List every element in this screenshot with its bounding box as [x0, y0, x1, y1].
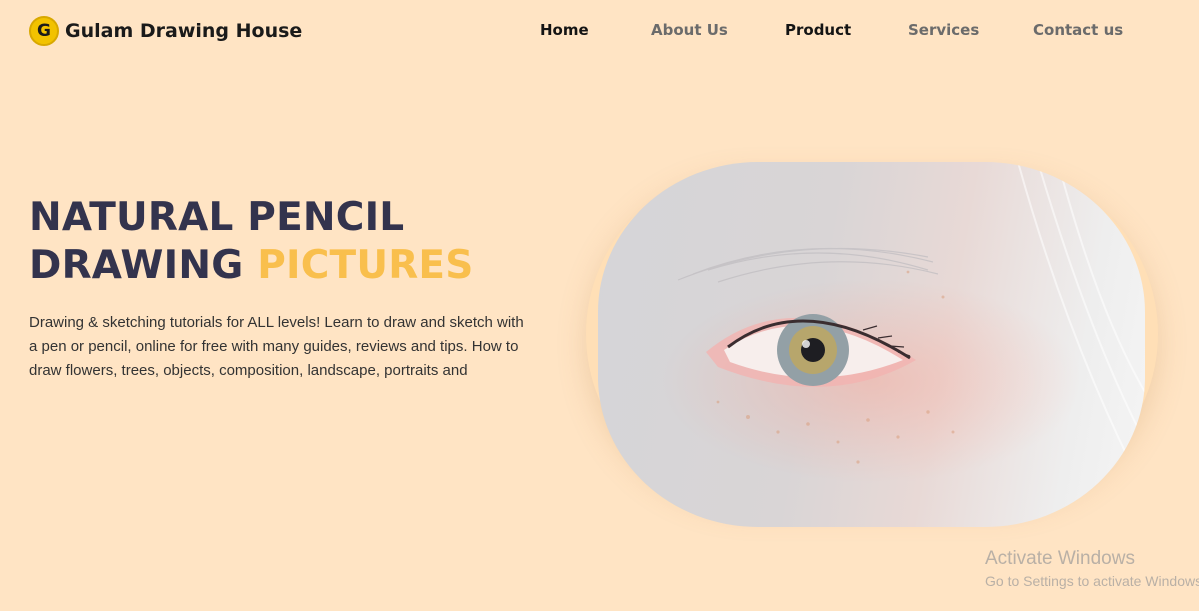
hero-title-accent: PICTURES: [257, 243, 474, 288]
logo-icon: G: [29, 16, 59, 46]
hero-title-line1: NATURAL PENCIL: [29, 195, 405, 240]
nav-product[interactable]: Product: [785, 21, 908, 39]
brand-name: Gulam Drawing House: [65, 20, 303, 42]
brand[interactable]: G Gulam Drawing House: [29, 16, 302, 46]
watermark-line2: Go to Settings to activate Windows.: [985, 573, 1199, 589]
watermark-line1: Activate Windows: [985, 548, 1135, 569]
hero-description: Drawing & sketching tutorials for ALL le…: [29, 314, 524, 379]
hero-title-line2: DRAWING: [29, 243, 244, 288]
nav-about-us[interactable]: About Us: [651, 21, 785, 39]
os-watermark: Activate Windows Go to Settings to activ…: [985, 548, 1199, 589]
hero-title: NATURAL PENCIL DRAWING PICTURES: [29, 194, 474, 290]
nav-services[interactable]: Services: [908, 21, 1033, 39]
main-nav: Home About Us Product Services Contact u…: [540, 21, 1133, 39]
page: G Gulam Drawing House Home About Us Prod…: [0, 0, 1199, 611]
nav-home[interactable]: Home: [540, 21, 651, 39]
eye-illustration: [677, 162, 1145, 493]
hero-image: [598, 162, 1145, 527]
nav-contact-us[interactable]: Contact us: [1033, 21, 1133, 39]
